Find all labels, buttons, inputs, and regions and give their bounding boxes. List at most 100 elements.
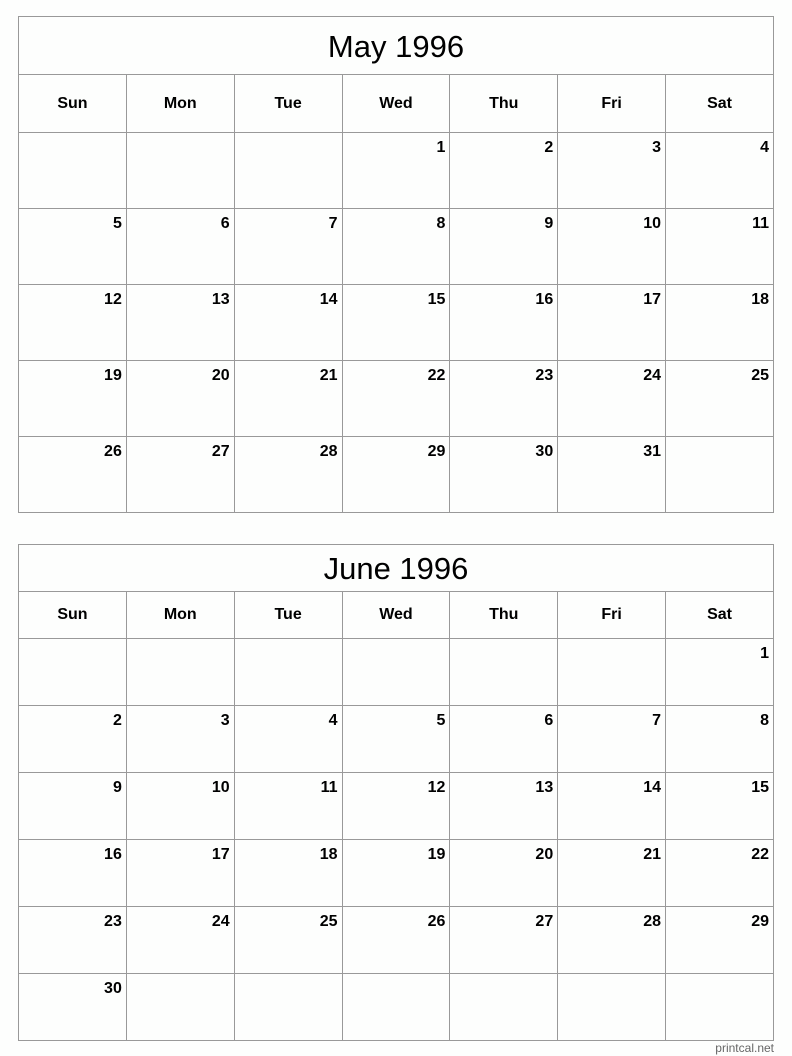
day-cell[interactable]: 12 <box>18 284 127 361</box>
day-cell[interactable]: 1 <box>341 132 451 209</box>
day-cell[interactable]: 14 <box>557 772 667 840</box>
day-cell[interactable]: 21 <box>233 360 343 437</box>
month-title: May 1996 <box>18 16 774 75</box>
day-cell[interactable] <box>449 973 559 1041</box>
day-cell[interactable]: 18 <box>233 839 343 907</box>
day-number <box>661 981 665 987</box>
day-cell[interactable]: 9 <box>449 208 559 285</box>
day-cell[interactable]: 22 <box>665 839 774 907</box>
day-number: 25 <box>319 913 338 930</box>
day-cell[interactable]: 15 <box>341 284 451 361</box>
day-cell[interactable]: 16 <box>18 839 127 907</box>
day-cell[interactable]: 6 <box>449 705 559 773</box>
day-cell[interactable]: 6 <box>125 208 235 285</box>
day-cell[interactable]: 8 <box>341 208 451 285</box>
day-cell[interactable]: 10 <box>125 772 235 840</box>
day-cell[interactable] <box>125 638 235 706</box>
day-cell[interactable] <box>125 973 235 1041</box>
day-number: 21 <box>643 846 662 863</box>
day-cell[interactable]: 23 <box>18 906 127 974</box>
day-cell[interactable]: 31 <box>557 436 667 513</box>
week-row: 19 20 21 22 23 24 25 <box>18 360 774 437</box>
day-cell[interactable]: 11 <box>233 772 343 840</box>
day-number: 2 <box>112 712 122 729</box>
day-cell[interactable] <box>341 973 451 1041</box>
day-cell[interactable]: 7 <box>557 705 667 773</box>
day-cell[interactable]: 17 <box>557 284 667 361</box>
day-number: 17 <box>643 291 662 308</box>
week-row: 9 10 11 12 13 14 15 <box>18 772 774 840</box>
day-cell[interactable]: 20 <box>125 360 235 437</box>
weekday-label: Tue <box>233 591 343 639</box>
day-cell[interactable]: 29 <box>665 906 774 974</box>
day-cell[interactable]: 23 <box>449 360 559 437</box>
day-cell[interactable]: 15 <box>665 772 774 840</box>
day-cell[interactable]: 27 <box>125 436 235 513</box>
day-number: 3 <box>220 712 230 729</box>
day-number: 12 <box>104 291 122 308</box>
day-cell[interactable]: 3 <box>557 132 667 209</box>
day-cell[interactable]: 30 <box>18 973 127 1041</box>
day-number: 27 <box>535 913 554 930</box>
day-cell[interactable]: 5 <box>18 208 127 285</box>
day-cell[interactable]: 11 <box>665 208 774 285</box>
day-cell[interactable]: 9 <box>18 772 127 840</box>
day-cell[interactable]: 29 <box>341 436 451 513</box>
weekday-label: Wed <box>341 591 451 639</box>
day-cell[interactable]: 27 <box>449 906 559 974</box>
day-cell[interactable]: 12 <box>341 772 451 840</box>
day-cell[interactable] <box>233 638 343 706</box>
calendar-may-1996: May 1996 Sun Mon Tue Wed Thu Fri Sat 123456789… <box>18 16 774 513</box>
day-cell[interactable]: 25 <box>665 360 774 437</box>
day-cell[interactable]: 18 <box>665 284 774 361</box>
day-cell[interactable] <box>557 973 667 1041</box>
day-cell[interactable] <box>665 436 774 513</box>
day-cell[interactable]: 13 <box>125 284 235 361</box>
weekday-header-row: Sun Mon Tue Wed Thu Fri Sat <box>18 591 774 639</box>
day-cell[interactable] <box>449 638 559 706</box>
day-cell[interactable]: 4 <box>665 132 774 209</box>
day-cell[interactable] <box>233 132 343 209</box>
day-cell[interactable]: 4 <box>233 705 343 773</box>
day-cell[interactable]: 30 <box>449 436 559 513</box>
day-cell[interactable]: 22 <box>341 360 451 437</box>
day-number <box>769 981 773 987</box>
day-cell[interactable]: 24 <box>557 360 667 437</box>
day-number: 1 <box>760 645 769 662</box>
day-cell[interactable]: 2 <box>18 705 127 773</box>
day-number: 8 <box>760 712 769 729</box>
day-cell[interactable]: 20 <box>449 839 559 907</box>
day-cell[interactable]: 19 <box>18 360 127 437</box>
day-cell[interactable]: 28 <box>557 906 667 974</box>
day-cell[interactable] <box>665 973 774 1041</box>
day-cell[interactable]: 17 <box>125 839 235 907</box>
day-cell[interactable]: 5 <box>341 705 451 773</box>
day-cell[interactable]: 28 <box>233 436 343 513</box>
day-number: 22 <box>751 846 769 863</box>
day-cell[interactable]: 19 <box>341 839 451 907</box>
day-cell[interactable]: 2 <box>449 132 559 209</box>
day-cell[interactable]: 8 <box>665 705 774 773</box>
day-cell[interactable]: 25 <box>233 906 343 974</box>
day-cell[interactable]: 3 <box>125 705 235 773</box>
day-cell[interactable]: 7 <box>233 208 343 285</box>
day-cell[interactable]: 21 <box>557 839 667 907</box>
day-cell[interactable]: 26 <box>341 906 451 974</box>
day-cell[interactable]: 14 <box>233 284 343 361</box>
day-cell[interactable]: 26 <box>18 436 127 513</box>
day-number <box>445 646 449 652</box>
day-cell[interactable]: 16 <box>449 284 559 361</box>
day-cell[interactable]: 10 <box>557 208 667 285</box>
day-cell[interactable]: 1 <box>665 638 774 706</box>
day-cell[interactable]: 24 <box>125 906 235 974</box>
day-cell[interactable] <box>341 638 451 706</box>
day-cell[interactable] <box>233 973 343 1041</box>
day-cell[interactable] <box>18 132 127 209</box>
weekday-label: Fri <box>557 591 667 639</box>
day-number <box>769 444 773 450</box>
week-row: 26 27 28 29 30 31 <box>18 436 774 513</box>
day-cell[interactable] <box>18 638 127 706</box>
day-cell[interactable] <box>125 132 235 209</box>
day-cell[interactable] <box>557 638 667 706</box>
day-cell[interactable]: 13 <box>449 772 559 840</box>
